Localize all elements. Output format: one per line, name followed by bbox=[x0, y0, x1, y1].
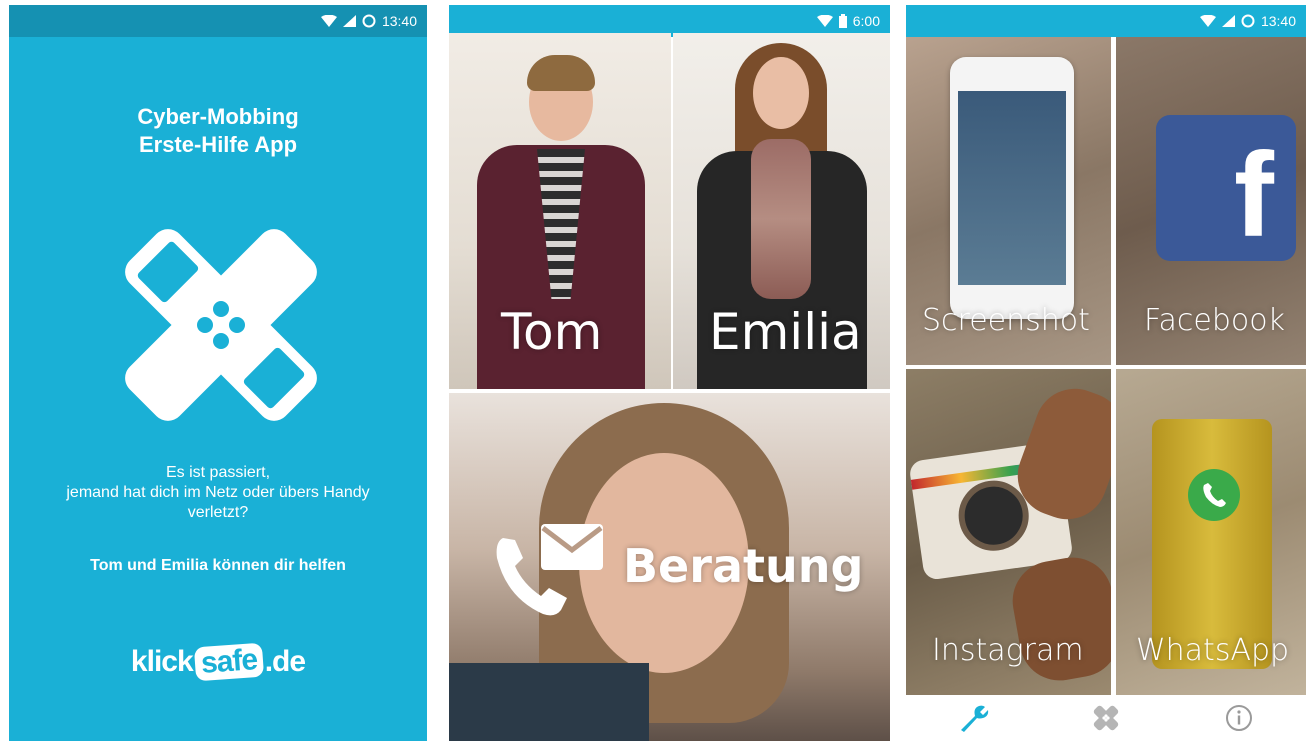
wifi-icon bbox=[816, 15, 833, 27]
beratung-photo-monitor bbox=[449, 663, 649, 741]
intro-line3: verletzt? bbox=[187, 504, 249, 521]
brand-part2: safe bbox=[193, 642, 264, 682]
wifi-icon bbox=[320, 15, 337, 27]
yellow-bin-photo bbox=[1152, 419, 1272, 669]
platform-screen: 13:40 Screenshot f Facebook Instagram Wh… bbox=[906, 5, 1306, 741]
bandage-icon bbox=[1093, 705, 1119, 731]
tile-screenshot[interactable]: Screenshot bbox=[906, 37, 1111, 365]
signal-icon bbox=[342, 15, 356, 27]
app-title-line2: Erste-Hilfe App bbox=[138, 132, 298, 157]
tile-emilia[interactable]: Emilia bbox=[673, 33, 890, 389]
battery-icon bbox=[838, 14, 847, 28]
app-title-line1: Cyber-Mobbing bbox=[137, 104, 299, 129]
tile-beratung[interactable]: Beratung bbox=[449, 393, 890, 741]
instagram-label: Instagram bbox=[932, 633, 1084, 668]
status-time: 13:40 bbox=[1260, 13, 1296, 29]
intro-text: Es ist passiert, jemand hat dich im Netz… bbox=[9, 463, 427, 523]
signal-icon bbox=[1221, 15, 1235, 27]
emilia-photo-scarf bbox=[751, 139, 811, 299]
wrench-icon bbox=[960, 705, 988, 732]
sync-icon bbox=[362, 14, 376, 28]
facebook-logo-icon: f bbox=[1156, 115, 1296, 261]
emilia-label: Emilia bbox=[709, 303, 862, 361]
bottom-tab-bar bbox=[906, 695, 1306, 741]
status-bar: 13:40 bbox=[906, 5, 1306, 37]
tab-tools[interactable] bbox=[943, 698, 1003, 738]
help-text: Tom und Emilia können dir helfen bbox=[90, 557, 346, 574]
whatsapp-logo-icon bbox=[1188, 469, 1240, 521]
intro-screen: 13:40 Cyber-Mobbing Erste-Hilfe App Es i… bbox=[9, 5, 427, 741]
phone-mail-icon bbox=[496, 524, 603, 616]
helper-screen: 6:00 Tom Emilia Beratung bbox=[449, 5, 890, 741]
info-icon bbox=[1226, 705, 1253, 731]
bandage-logo-icon bbox=[125, 229, 317, 421]
brand-part3: .de bbox=[264, 645, 306, 678]
tile-facebook[interactable]: f Facebook bbox=[1116, 37, 1306, 365]
klicksafe-logo[interactable]: klick safe .de bbox=[9, 642, 427, 682]
intro-line1: Es ist passiert, bbox=[165, 464, 271, 481]
status-bar: 13:40 bbox=[9, 5, 427, 37]
status-time: 13:40 bbox=[381, 13, 417, 29]
brand-part1: klick bbox=[130, 645, 194, 678]
tab-first-aid[interactable] bbox=[1076, 698, 1136, 738]
tom-photo-hair bbox=[527, 55, 595, 91]
app-title: Cyber-Mobbing Erste-Hilfe App bbox=[9, 103, 427, 159]
intro-line2: jemand hat dich im Netz oder übers Handy bbox=[66, 484, 370, 501]
emilia-photo-head bbox=[753, 57, 809, 129]
tile-instagram[interactable]: Instagram bbox=[906, 369, 1111, 695]
wifi-icon bbox=[1199, 15, 1216, 27]
beratung-label: Beratung bbox=[623, 539, 864, 593]
status-time: 6:00 bbox=[852, 13, 880, 29]
smartphone-screen bbox=[958, 91, 1066, 285]
smartphone-photo bbox=[950, 57, 1074, 319]
tom-label: Tom bbox=[501, 303, 603, 361]
facebook-label: Facebook bbox=[1144, 303, 1285, 338]
screenshot-label: Screenshot bbox=[922, 303, 1090, 338]
whatsapp-label: WhatsApp bbox=[1136, 633, 1290, 668]
tab-info[interactable] bbox=[1209, 698, 1269, 738]
tile-tom[interactable]: Tom bbox=[449, 33, 671, 389]
tile-whatsapp[interactable]: WhatsApp bbox=[1116, 369, 1306, 695]
sync-icon bbox=[1241, 14, 1255, 28]
